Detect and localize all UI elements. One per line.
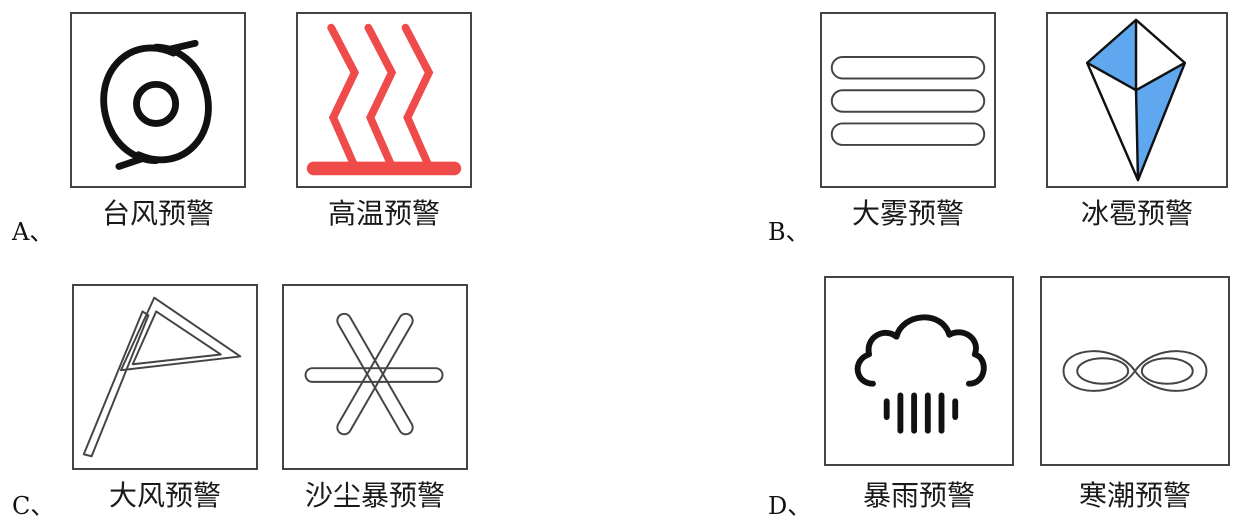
option-c-label: C、 <box>12 492 55 520</box>
rainstorm-icon <box>854 314 987 434</box>
fog-caption: 大雾预警 <box>851 197 964 230</box>
heat-wave-caption: 高温预警 <box>327 197 440 230</box>
cold-wave-sign <box>1040 276 1230 466</box>
wind-flag-sign <box>72 284 258 470</box>
rainstorm-caption: 暴雨预警 <box>862 479 975 512</box>
hail-caption: 冰雹预警 <box>1080 197 1193 230</box>
option-b-label: B、 <box>768 218 810 246</box>
typhoon-icon <box>100 39 212 170</box>
sandstorm-icon <box>304 312 444 436</box>
sandstorm-sign <box>282 284 468 470</box>
option-d-label: D、 <box>768 492 812 520</box>
typhoon-sign <box>70 12 246 188</box>
rainstorm-sign <box>824 276 1014 466</box>
wind-flag-icon <box>82 296 242 458</box>
hail-sign <box>1046 12 1228 188</box>
fog-icon <box>830 56 986 146</box>
sandstorm-caption: 沙尘暴预警 <box>304 479 445 512</box>
heat-wave-icon <box>306 23 462 176</box>
hail-icon <box>1085 18 1187 182</box>
fog-sign <box>820 12 996 188</box>
wind-flag-caption: 大风预警 <box>108 479 221 512</box>
cold-wave-icon <box>1062 350 1208 392</box>
heat-wave-sign <box>296 12 472 188</box>
typhoon-caption: 台风预警 <box>101 197 214 230</box>
cold-wave-caption: 寒潮预警 <box>1078 479 1191 512</box>
option-a-label: A、 <box>12 218 54 246</box>
